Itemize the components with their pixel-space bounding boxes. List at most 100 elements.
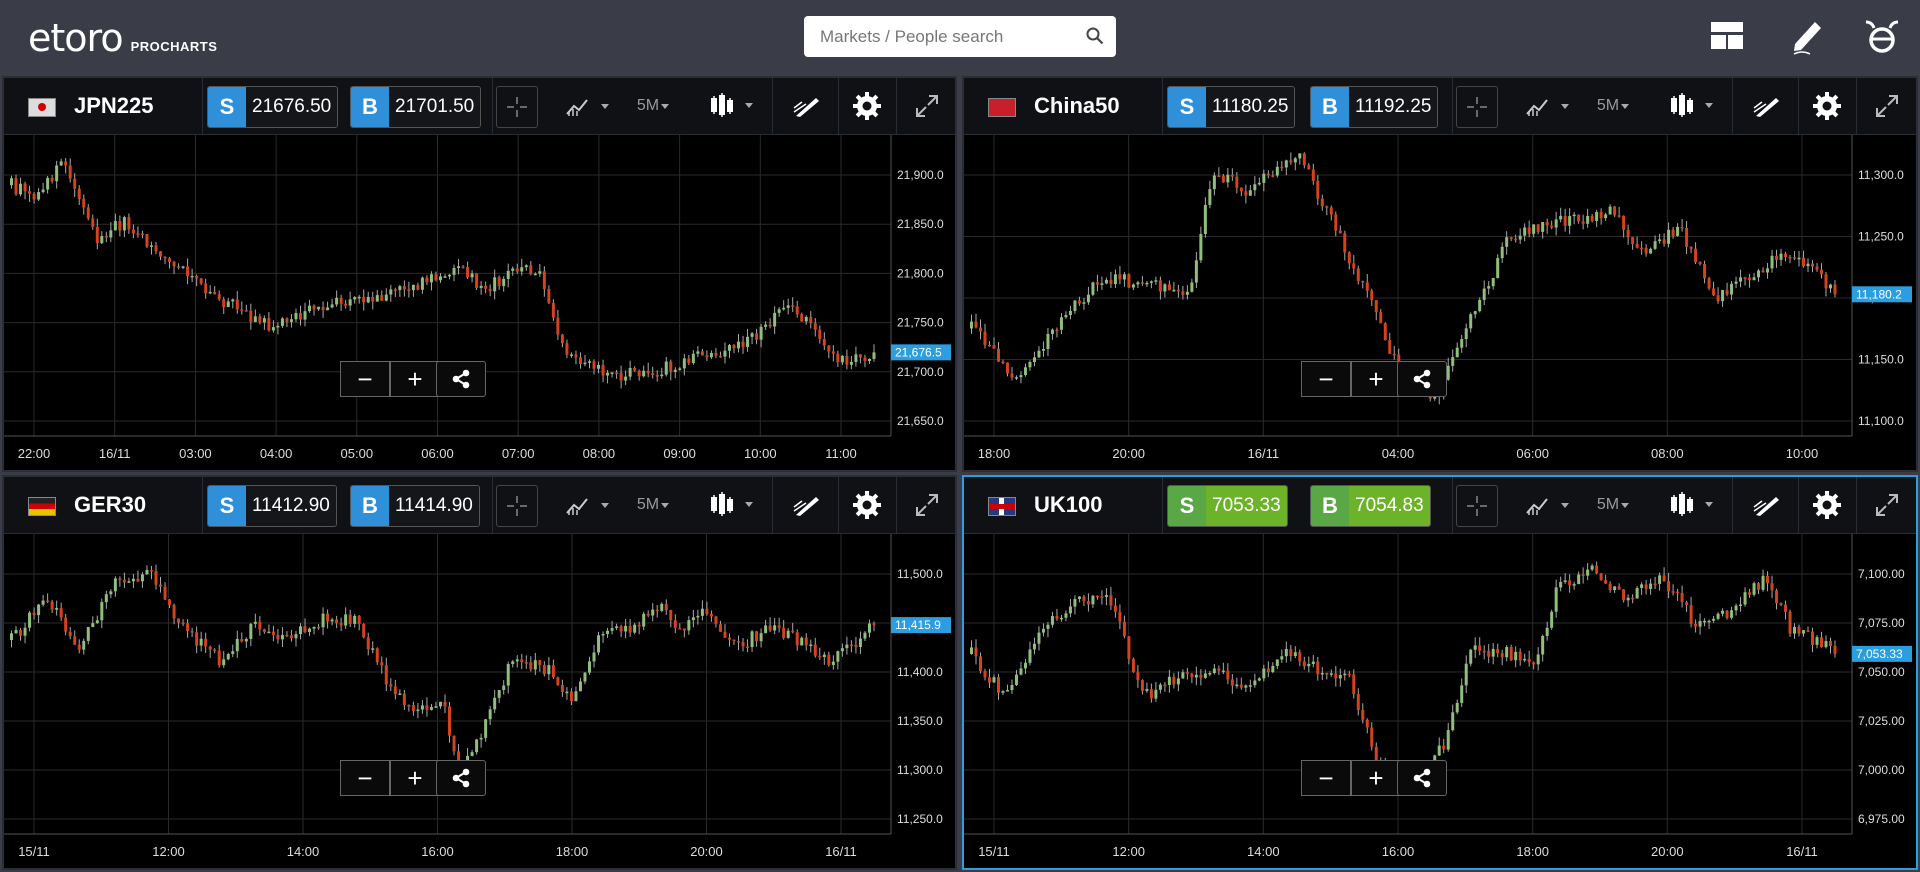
candle-body [1626,597,1630,601]
layout-icon[interactable] [1705,14,1749,58]
search-icon[interactable] [1086,27,1104,45]
buy-button[interactable]: B 21701.50 [350,86,482,128]
candle-body [1064,315,1068,318]
expand-button[interactable] [1864,86,1910,126]
chart-type-dropdown[interactable] [704,485,760,525]
candle-body [1734,605,1738,611]
expand-button[interactable] [904,485,950,525]
buy-button[interactable]: B 11192.25 [1310,86,1439,128]
x-tick-label: 07:00 [502,446,535,461]
zoom-in-button[interactable]: + [390,760,440,796]
candle-body [1581,221,1585,224]
share-button[interactable] [436,760,486,796]
candle-body [1527,658,1531,663]
panel-header: JPN225 S 21676.50 B 21701.50 5M [4,78,955,135]
etoro-e-icon[interactable] [1860,14,1904,58]
candle-body [59,161,63,166]
panel-header: UK100 S 7053.33 B 7054.83 5M [964,477,1916,534]
price-chart[interactable]: 21,900.0 21,850.0 21,800.0 21,750.0 21,700.0… [4,135,951,468]
indicators-button[interactable] [1520,485,1578,525]
candle-body [91,623,95,628]
buy-button[interactable]: B 11414.90 [350,485,480,527]
candle-body [1559,215,1563,220]
instrument-symbol[interactable]: China50 [1034,93,1120,119]
chart-area[interactable]: 11,500.011,450.011,400.011,350.011,300.0… [4,534,955,868]
candle-body [73,636,77,645]
candle-body [1716,295,1720,302]
candle-body [1023,367,1027,376]
timeframe-dropdown[interactable]: 5M [630,86,678,126]
chart-area[interactable]: 11,300.011,250.011,200.011,150.011,100.0… [964,135,1916,470]
candle-body [195,275,199,279]
crosshair-button[interactable] [496,485,538,527]
sell-button[interactable]: S 21676.50 [207,86,339,128]
share-button[interactable] [1397,361,1447,397]
candle-body [1154,689,1158,699]
chart-type-dropdown[interactable] [1664,86,1720,126]
price-chart[interactable]: 11,300.011,250.011,200.011,150.011,100.0… [964,135,1912,468]
sell-button[interactable]: S 11180.25 [1167,86,1296,128]
candle-body [271,327,275,331]
zoom-out-button[interactable]: − [340,361,390,397]
settings-button[interactable] [1804,485,1850,525]
crosshair-button[interactable] [496,86,538,128]
crosshair-button[interactable] [1456,485,1498,527]
expand-button[interactable] [904,86,950,126]
chart-type-dropdown[interactable] [704,86,760,126]
search-input[interactable] [818,25,1072,48]
chart-area[interactable]: 21,900.0 21,850.0 21,800.0 21,750.0 21,700.0… [4,135,955,470]
timeframe-dropdown[interactable]: 5M [1590,86,1638,126]
drawing-tools-button[interactable] [1742,485,1792,525]
instrument-symbol[interactable]: GER30 [74,492,146,518]
gear-icon [853,491,881,519]
crosshair-button[interactable] [1456,86,1498,128]
y-tick-label: 11,500.0 [897,567,943,581]
chart-area[interactable]: 7,100.00 7,075.00 7,050.00 7,025.00 7,000.00… [964,534,1916,868]
zoom-out-button[interactable]: − [340,760,390,796]
price-chart[interactable]: 11,500.011,450.011,400.011,350.011,300.0… [4,534,951,866]
timeframe-dropdown[interactable]: 5M [1590,485,1638,525]
sell-button[interactable]: S 11412.90 [207,485,337,527]
share-button[interactable] [436,361,486,397]
candle-body [1068,310,1072,316]
settings-button[interactable] [844,86,890,126]
candle-body [1392,353,1396,356]
indicators-button[interactable] [1520,86,1578,126]
timeframe-dropdown[interactable]: 5M [630,485,678,525]
candle-body [149,569,153,572]
candle-body [1302,661,1306,667]
expand-button[interactable] [1864,485,1910,525]
instrument-symbol[interactable]: JPN225 [74,93,154,119]
candle-body [782,627,786,638]
sell-button[interactable]: S 7053.33 [1167,485,1288,527]
indicators-button[interactable] [560,485,618,525]
buy-price: 21701.50 [389,87,481,127]
candle-body [308,628,312,632]
drawing-tools-button[interactable] [1742,86,1792,126]
candle-body [547,289,551,303]
zoom-in-button[interactable]: + [1351,361,1401,397]
price-chart[interactable]: 7,100.00 7,075.00 7,050.00 7,025.00 7,000.00… [964,534,1912,866]
share-button[interactable] [1397,760,1447,796]
candle-body [1604,214,1608,219]
drawing-tools-button[interactable] [782,86,832,126]
candle-body [1680,593,1684,603]
zoom-in-button[interactable]: + [390,361,440,397]
settings-button[interactable] [1804,86,1850,126]
zoom-out-button[interactable]: − [1301,361,1351,397]
settings-button[interactable] [844,485,890,525]
drawing-tools-button[interactable] [782,485,832,525]
zoom-in-button[interactable]: + [1351,760,1401,796]
etoro-logo[interactable]: etoro PROCHARTS [28,12,217,58]
candle-body [262,318,266,323]
pencil-icon[interactable] [1785,14,1829,58]
indicators-button[interactable] [560,86,618,126]
candle-body [565,343,569,355]
zoom-out-button[interactable]: − [1301,760,1351,796]
candle-body [1523,658,1527,661]
chart-type-dropdown[interactable] [1664,485,1720,525]
instrument-symbol[interactable]: UK100 [1034,492,1102,518]
buy-button[interactable]: B 7054.83 [1310,485,1431,527]
candle-body [448,706,452,736]
candle-body [723,350,727,357]
